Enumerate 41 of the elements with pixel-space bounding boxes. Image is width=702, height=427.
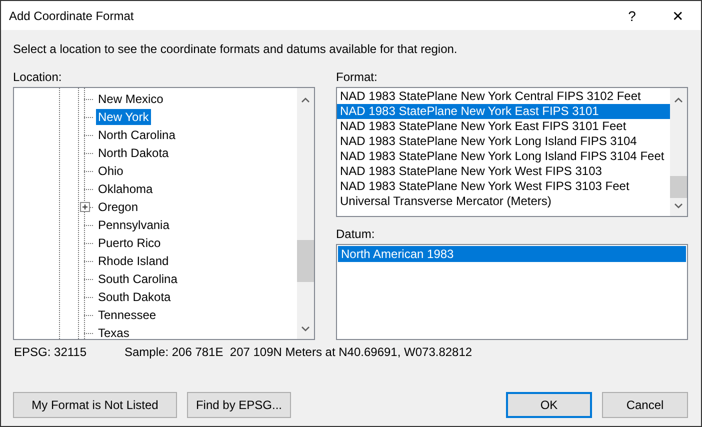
format-item[interactable]: NAD 1983 StatePlane New York Long Island FIPS 3104 Feet bbox=[337, 149, 670, 164]
datum-item[interactable]: North American 1983 bbox=[338, 246, 686, 262]
scroll-thumb[interactable] bbox=[297, 240, 314, 282]
help-button[interactable]: ? bbox=[609, 8, 655, 24]
expand-icon[interactable] bbox=[80, 202, 90, 212]
tree-item[interactable]: Oklahoma bbox=[96, 181, 155, 197]
tree-item[interactable]: Rhode Island bbox=[96, 253, 171, 269]
tree-item[interactable]: North Carolina bbox=[96, 127, 178, 143]
tree-item[interactable]: New York bbox=[96, 109, 151, 125]
tree-item[interactable]: South Dakota bbox=[96, 289, 173, 305]
dialog-button[interactable]: Cancel bbox=[602, 392, 688, 418]
tree-item[interactable]: Ohio bbox=[96, 163, 126, 179]
format-item[interactable]: NAD 1983 StatePlane New York East FIPS 3101 Feet bbox=[337, 119, 670, 134]
tree-item[interactable]: New Mexico bbox=[96, 91, 166, 107]
scroll-thumb[interactable] bbox=[670, 176, 687, 198]
tree-item[interactable]: Pennsylvania bbox=[96, 217, 172, 233]
window-title: Add Coordinate Format bbox=[9, 8, 135, 22]
scrollbar[interactable] bbox=[297, 88, 314, 339]
dialog-button[interactable]: My Format is Not Listed bbox=[13, 392, 177, 418]
format-item[interactable]: NAD 1983 StatePlane New York East FIPS 3101 bbox=[337, 104, 670, 119]
dialog-button[interactable]: OK bbox=[506, 392, 592, 418]
sample-text: Sample: 206 781E 207 109N Meters at N40.69691, W073.82812 bbox=[124, 345, 472, 359]
dialog-button[interactable]: Find by EPSG... bbox=[187, 392, 291, 418]
tree-item[interactable]: Oregon bbox=[96, 199, 140, 215]
scrollbar[interactable] bbox=[670, 88, 687, 216]
tree-item[interactable]: Texas bbox=[96, 325, 132, 339]
location-label: Location: bbox=[13, 70, 63, 84]
instructions-text: Select a location to see the coordinate formats and datums available for that region. bbox=[13, 42, 458, 56]
tree-item[interactable]: North Dakota bbox=[96, 145, 171, 161]
format-label: Format: bbox=[336, 70, 378, 84]
tree-item[interactable]: Tennessee bbox=[96, 307, 158, 323]
format-item[interactable]: Universal Transverse Mercator (Meters) bbox=[337, 194, 670, 209]
close-button[interactable]: ✕ bbox=[655, 8, 701, 24]
datum-label: Datum: bbox=[336, 227, 376, 241]
format-item[interactable]: NAD 1983 StatePlane New York Long Island FIPS 3104 bbox=[337, 134, 670, 149]
format-item[interactable]: NAD 1983 StatePlane New York West FIPS 3103 Feet bbox=[337, 179, 670, 194]
format-item[interactable]: NAD 1983 StatePlane New York Central FIPS 3102 Feet bbox=[337, 89, 670, 104]
tree-item[interactable]: South Carolina bbox=[96, 271, 180, 287]
tree-item[interactable]: Puerto Rico bbox=[96, 235, 163, 251]
format-item[interactable]: NAD 1983 StatePlane New York West FIPS 3103 bbox=[337, 164, 670, 179]
epsg-text: EPSG: 32115 bbox=[14, 345, 86, 359]
